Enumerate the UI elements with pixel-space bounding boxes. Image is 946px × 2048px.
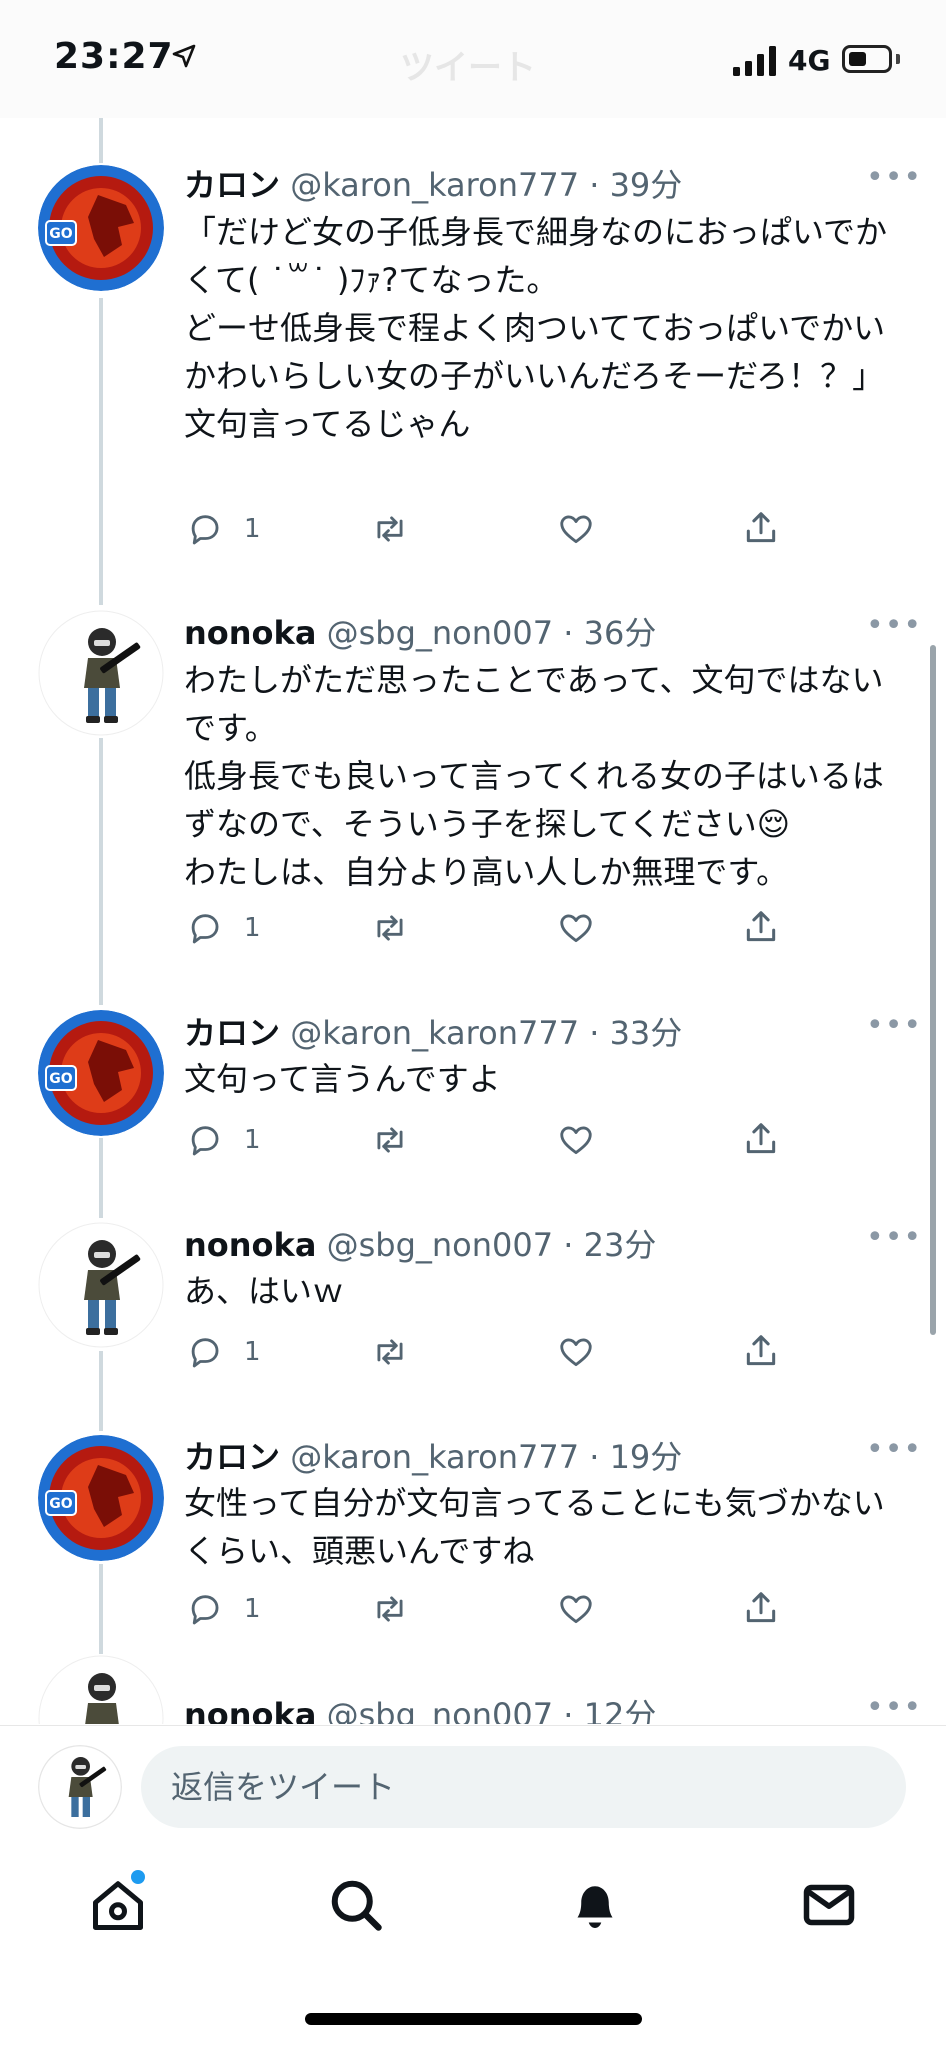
user-handle[interactable]: @sbg_non007	[327, 1696, 554, 1724]
avatar[interactable]	[38, 1655, 164, 1724]
display-name[interactable]: nonoka	[184, 1696, 316, 1724]
my-avatar[interactable]	[38, 1745, 122, 1829]
reply-input[interactable]: 返信をツイート	[141, 1746, 906, 1828]
search-icon[interactable]	[326, 1875, 386, 1935]
new-content-dot	[131, 1870, 145, 1884]
home-indicator[interactable]	[305, 2013, 642, 2025]
divider	[0, 1725, 946, 1726]
scrollbar[interactable]	[930, 645, 936, 1335]
tweet[interactable]: nonoka @sbg_non007 · 12分 •••	[0, 0, 946, 1724]
notifications-icon[interactable]	[565, 1875, 625, 1935]
more-icon[interactable]: •••	[866, 1690, 922, 1724]
messages-icon[interactable]	[799, 1875, 859, 1935]
separator-dot: ·	[563, 1696, 574, 1724]
tweet-header: nonoka @sbg_non007 · 12分	[184, 1690, 656, 1724]
home-icon[interactable]	[88, 1875, 148, 1935]
timestamp[interactable]: 12分	[584, 1696, 657, 1724]
